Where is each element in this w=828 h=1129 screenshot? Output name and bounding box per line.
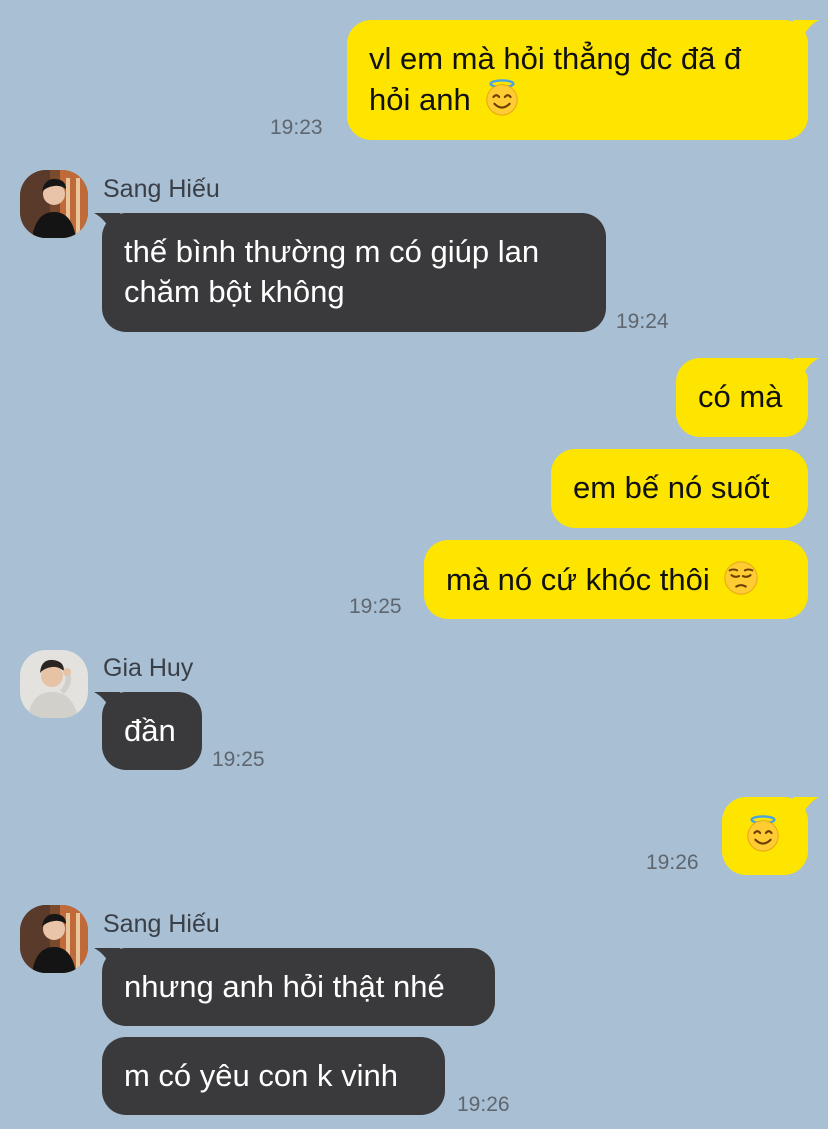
outgoing-message-bubble[interactable]: có mà	[676, 358, 808, 437]
message-timestamp: 19:25	[212, 748, 265, 771]
incoming-message-bubble[interactable]: đần	[102, 692, 202, 770]
sender-name: Gia Huy	[103, 654, 194, 682]
smiling-face-with-halo-icon	[483, 79, 521, 117]
chat-thread[interactable]: vl em mà hỏi thẳng đc đã đ hỏi anh 19:23	[0, 0, 828, 1129]
message-timestamp: 19:24	[616, 310, 669, 333]
avatar-sang-hieu[interactable]	[20, 905, 88, 973]
sender-name: Sang Hiếu	[103, 175, 220, 203]
bubble-tail	[793, 20, 819, 44]
bubble-tail	[793, 358, 819, 382]
message-text-line: em bế nó suốt	[573, 470, 770, 505]
avatar-gia-huy[interactable]	[20, 650, 88, 718]
message-timestamp: 19:26	[457, 1093, 510, 1116]
outgoing-message-bubble[interactable]: mà nó cứ khóc thôi	[424, 540, 808, 619]
message-timestamp: 19:26	[646, 851, 699, 874]
pensive-face-icon	[722, 559, 760, 597]
message-text-line: mà nó cứ khóc thôi	[446, 562, 710, 597]
incoming-message-bubble[interactable]: nhưng anh hỏi thật nhé	[102, 948, 495, 1026]
sender-name: Sang Hiếu	[103, 910, 220, 938]
message-text-line: hỏi anh	[369, 82, 471, 117]
message-text-line: có mà	[698, 379, 783, 414]
bubble-tail	[793, 797, 819, 821]
message-text-line: đần	[124, 713, 176, 748]
message-text-line: chăm bột không	[124, 274, 345, 309]
avatar-sang-hieu[interactable]	[20, 170, 88, 238]
message-text-line: vl em mà hỏi thẳng đc đã đ	[369, 41, 742, 76]
incoming-message-bubble[interactable]: m có yêu con k vinh	[102, 1037, 445, 1115]
message-text-line: nhưng anh hỏi thật nhé	[124, 969, 445, 1004]
outgoing-message-bubble[interactable]: vl em mà hỏi thẳng đc đã đ hỏi anh	[347, 20, 808, 140]
message-text-line: thế bình thường m có giúp lan	[124, 234, 540, 269]
smiling-face-with-halo-icon	[744, 815, 782, 853]
outgoing-message-bubble[interactable]: em bế nó suốt	[551, 449, 808, 528]
message-timestamp: 19:23	[270, 116, 323, 139]
message-text-line: m có yêu con k vinh	[124, 1058, 398, 1093]
message-timestamp: 19:25	[349, 595, 402, 618]
incoming-message-bubble[interactable]: thế bình thường m có giúp lan chăm bột k…	[102, 213, 606, 332]
